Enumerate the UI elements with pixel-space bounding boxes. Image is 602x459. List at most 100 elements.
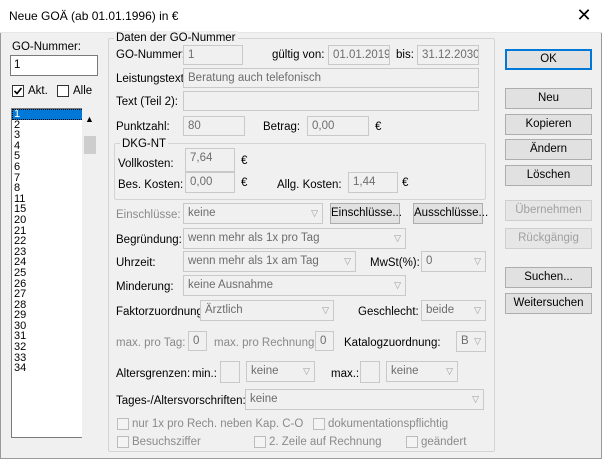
tages-altersvorschriften-label: Tages-/Altersvorschriften: xyxy=(116,395,246,407)
neu-button[interactable]: Neu xyxy=(505,88,592,109)
go-nummer-search-label: GO-Nummer: xyxy=(12,41,81,53)
akt-label: Akt. xyxy=(28,85,48,97)
besuchsziffer-label: Besuchsziffer xyxy=(132,436,201,448)
kopieren-button[interactable]: Kopieren xyxy=(505,114,592,135)
besuchsziffer-checkbox[interactable] xyxy=(117,436,129,448)
einschluesse-value: keine xyxy=(188,207,216,219)
zeile2-checkbox[interactable] xyxy=(254,436,266,448)
geschlecht-select[interactable]: beide ▽ xyxy=(421,300,486,321)
alter-min-unit-select[interactable]: keine ▽ xyxy=(246,361,315,382)
einschluesse-label: Einschlüsse: xyxy=(116,209,181,221)
uhrzeit-select[interactable]: wenn mehr als 1x am Tag ▽ xyxy=(183,251,356,272)
mwst-label: MwSt(%): xyxy=(370,257,420,269)
alle-label: Alle xyxy=(73,85,93,97)
gueltig-bis-field[interactable]: 31.12.2030 xyxy=(417,45,479,65)
chevron-down-icon: ▽ xyxy=(344,256,351,266)
rueckgaengig-button[interactable]: Rückgängig xyxy=(505,228,592,249)
chevron-down-icon: ▽ xyxy=(303,366,310,376)
katalogzuordnung-value: B xyxy=(461,335,469,347)
ausschluesse-button[interactable]: Ausschlüsse... xyxy=(413,203,488,224)
bes-kosten-field[interactable]: 0,00 xyxy=(185,172,235,193)
nur-1x-label: nur 1x pro Rech. neben Kap. C-O xyxy=(132,418,304,430)
allg-kosten-field[interactable]: 1,44 xyxy=(348,172,398,193)
alter-min-field[interactable] xyxy=(220,361,240,383)
punktzahl-field[interactable]: 80 xyxy=(183,116,245,136)
betrag-label: Betrag: xyxy=(263,121,301,133)
gueltig-von-label: gültig von: xyxy=(272,49,325,61)
gueltig-von-field[interactable]: 01.01.2019 xyxy=(328,45,390,65)
go-nummer-field[interactable]: 1 xyxy=(183,45,243,65)
chevron-down-icon: ▽ xyxy=(446,366,453,376)
chevron-down-icon: ▽ xyxy=(394,280,401,290)
einschluesse-select[interactable]: keine ▽ xyxy=(183,203,323,224)
text-teil2-label: Text (Teil 2): xyxy=(116,96,178,108)
alter-max-unit-select[interactable]: keine ▽ xyxy=(386,361,458,382)
akt-checkbox[interactable] xyxy=(12,85,24,97)
text-teil2-field[interactable] xyxy=(183,91,479,111)
chevron-down-icon: ▽ xyxy=(474,305,481,315)
minderung-label: Minderung: xyxy=(116,281,174,293)
alter-max-unit-value: keine xyxy=(391,365,419,377)
alle-checkbox[interactable] xyxy=(57,85,69,97)
chevron-down-icon: ▽ xyxy=(472,394,479,404)
vollkosten-field[interactable]: 7,64 xyxy=(185,148,235,172)
faktorzuordnung-value: Ärztlich xyxy=(205,304,243,316)
uhrzeit-label: Uhrzeit: xyxy=(116,257,156,269)
loeschen-button[interactable]: Löschen xyxy=(505,165,592,186)
faktorzuordnung-label: Faktorzuordnung: xyxy=(116,306,207,318)
begruendung-select[interactable]: wenn mehr als 1x pro Tag ▽ xyxy=(183,228,406,249)
bes-kosten-euro: € xyxy=(241,177,248,189)
uebernehmen-button[interactable]: Übernehmen xyxy=(505,200,592,221)
chevron-down-icon: ▽ xyxy=(322,305,329,315)
einschluesse-button[interactable]: Einschlüsse... xyxy=(330,203,402,224)
vollkosten-label: Vollkosten: xyxy=(118,158,174,170)
dokumentationspflichtig-checkbox[interactable] xyxy=(313,418,325,430)
tages-altersvorschriften-value: keine xyxy=(250,393,278,405)
close-icon[interactable]: ✕ xyxy=(572,4,596,26)
max-pro-tag-field[interactable]: 0 xyxy=(188,331,207,351)
betrag-field[interactable]: 0,00 xyxy=(307,116,369,136)
bes-kosten-label: Bes. Kosten: xyxy=(118,179,184,191)
scroll-up-icon[interactable]: ▲ xyxy=(85,114,94,124)
ok-button[interactable]: OK xyxy=(505,49,592,70)
geaendert-checkbox[interactable] xyxy=(406,436,418,448)
katalogzuordnung-label: Katalogzuordnung: xyxy=(344,337,441,349)
begruendung-label: Begründung: xyxy=(116,234,182,246)
chevron-down-icon: ▽ xyxy=(311,208,318,218)
betrag-euro: € xyxy=(375,121,382,133)
max-pro-rechnung-field[interactable]: 0 xyxy=(315,331,334,351)
vollkosten-euro: € xyxy=(241,155,248,167)
nur-1x-checkbox[interactable] xyxy=(117,418,129,430)
go-nummer-search-input[interactable]: 1 xyxy=(10,55,98,76)
minderung-value: keine Ausnahme xyxy=(188,279,274,291)
tages-altersvorschriften-select[interactable]: keine ▽ xyxy=(245,389,484,410)
allg-kosten-label: Allg. Kosten: xyxy=(277,179,342,191)
suchen-button[interactable]: Suchen... xyxy=(505,267,592,288)
begruendung-value: wenn mehr als 1x pro Tag xyxy=(188,232,320,244)
mwst-select[interactable]: 0 ▽ xyxy=(421,251,486,272)
list-scrollbar[interactable]: ▲ xyxy=(82,108,98,438)
altersgrenzen-label: Altersgrenzen: xyxy=(116,368,191,380)
alter-max-field[interactable] xyxy=(360,361,380,383)
geschlecht-value: beide xyxy=(426,304,455,316)
minderung-select[interactable]: keine Ausnahme ▽ xyxy=(183,275,406,296)
scrollbar-thumb[interactable] xyxy=(84,136,96,154)
mwst-value: 0 xyxy=(426,255,433,267)
weitersuchen-button[interactable]: Weitersuchen xyxy=(505,293,592,314)
chevron-down-icon: ▽ xyxy=(474,336,481,346)
aendern-button[interactable]: Ändern xyxy=(505,139,592,160)
alter-min-label: min.: xyxy=(192,368,217,380)
allg-kosten-euro: € xyxy=(402,177,409,189)
chevron-down-icon: ▽ xyxy=(474,256,481,266)
katalogzuordnung-select[interactable]: B ▽ xyxy=(456,331,486,352)
leistungstext-field[interactable]: Beratung auch telefonisch xyxy=(183,68,479,88)
geschlecht-label: Geschlecht: xyxy=(358,306,419,318)
faktorzuordnung-select[interactable]: Ärztlich ▽ xyxy=(200,300,334,321)
alter-min-unit-value: keine xyxy=(251,365,279,377)
dkg-group-title: DKG-NT xyxy=(120,137,169,151)
punktzahl-label: Punktzahl: xyxy=(116,121,170,133)
alter-max-label: max.: xyxy=(331,368,360,380)
daten-group-title: Daten der GO-Nummer xyxy=(114,31,238,45)
bis-label: bis: xyxy=(396,49,414,61)
dokumentationspflichtig-label: dokumentationspflichtig xyxy=(328,418,449,430)
